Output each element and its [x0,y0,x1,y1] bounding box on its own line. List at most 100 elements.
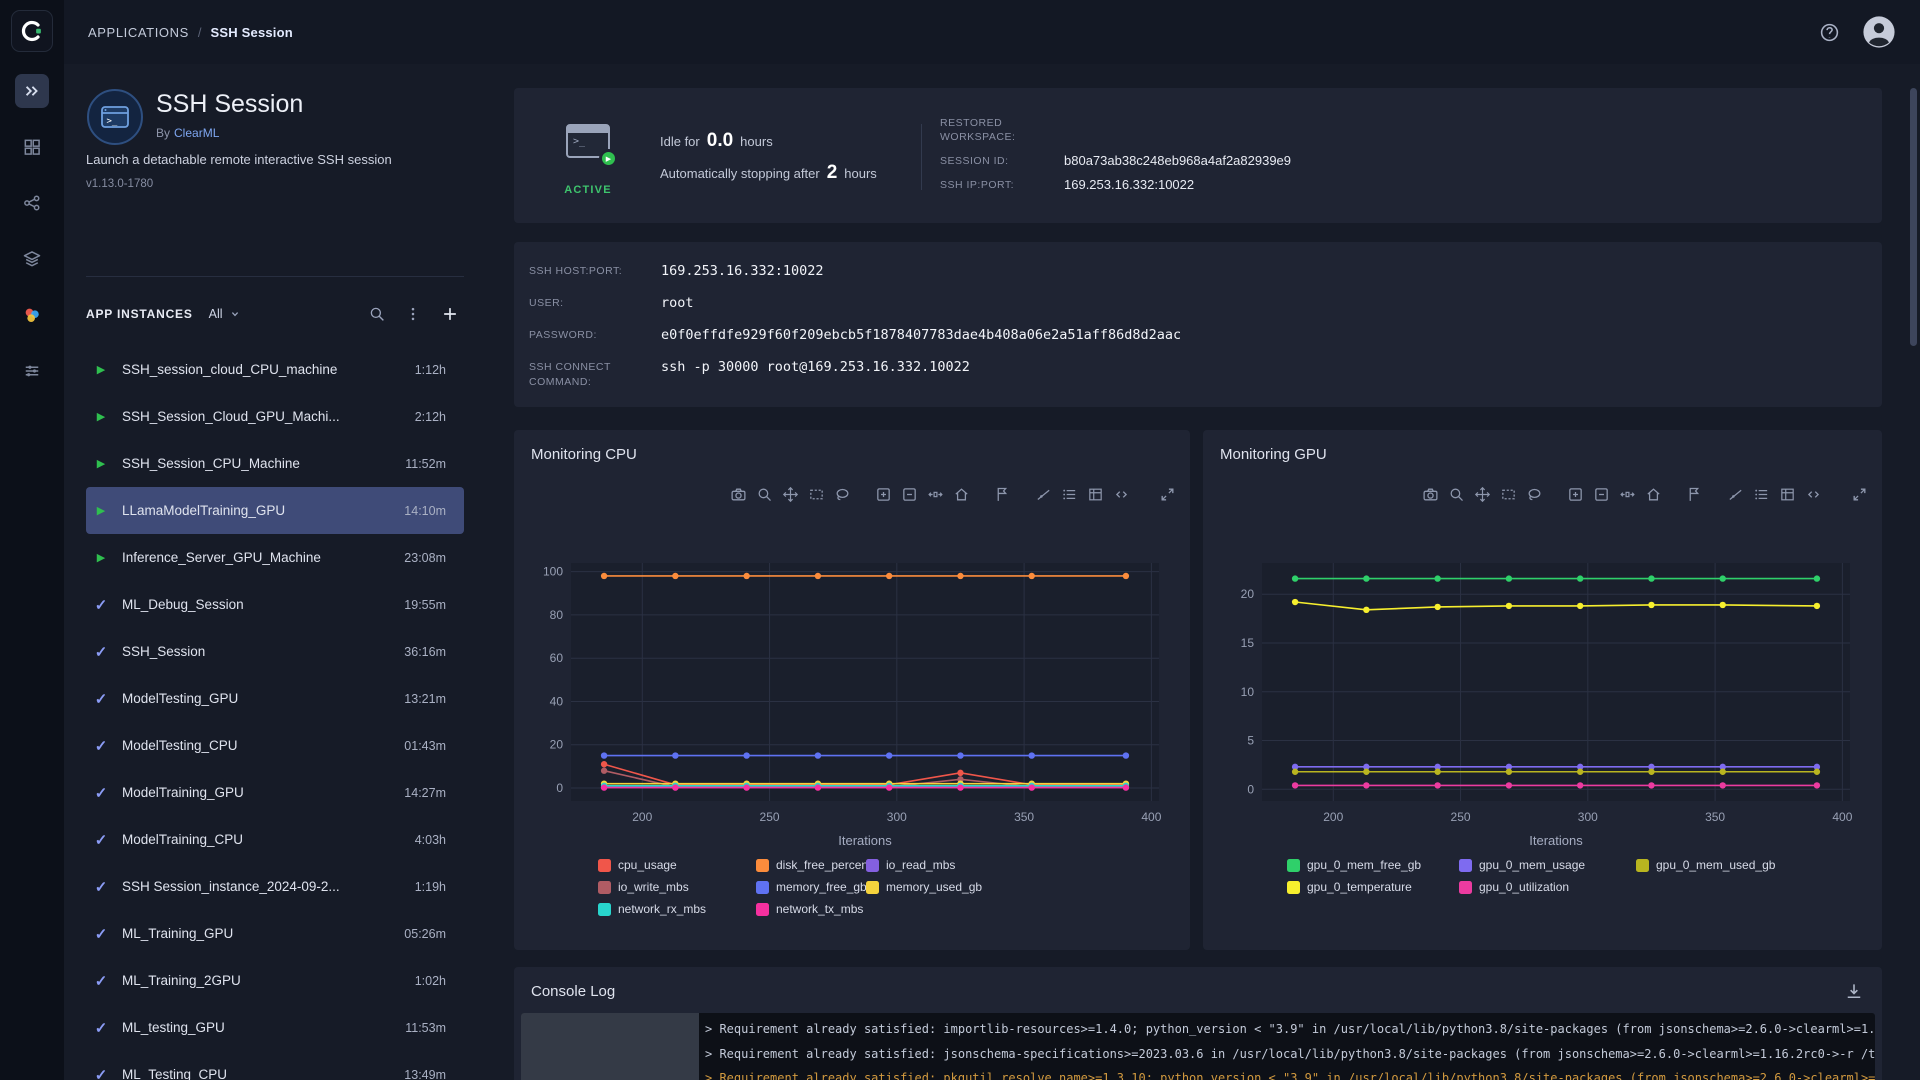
autoscale-icon[interactable] [1619,486,1636,503]
legend-item[interactable]: memory_free_gb [756,880,866,894]
camera-icon[interactable] [1422,486,1439,503]
applications-icon [22,81,42,101]
instance-runtime: 4:03h [405,833,446,847]
instance-row[interactable]: ✓ML_Debug_Session19:55m [86,581,464,628]
box-select-icon[interactable] [808,486,825,503]
maximize-icon[interactable] [1159,486,1176,503]
kebab-menu-icon[interactable] [404,305,422,323]
byline-brand-link[interactable]: ClearML [174,126,219,140]
legend-item[interactable]: gpu_0_mem_free_gb [1287,858,1459,872]
lasso-icon[interactable] [834,486,851,503]
instance-row[interactable]: ▶LLamaModelTraining_GPU14:10m [86,487,464,534]
legend-item[interactable]: gpu_0_utilization [1459,880,1636,894]
hover-mode-icon[interactable] [1035,486,1052,503]
zoom-in-icon[interactable] [1567,486,1584,503]
legend-item[interactable]: gpu_0_temperature [1287,880,1459,894]
sidebar-item-workers-queues[interactable] [15,354,49,388]
zoom-out-icon[interactable] [901,486,918,503]
svg-text:100: 100 [543,565,563,579]
check-icon: ✓ [93,737,109,755]
autostop-suffix: hours [844,166,877,181]
svg-text:20: 20 [550,738,564,752]
pan-icon[interactable] [1474,486,1491,503]
instance-row[interactable]: ✓SSH_Session36:16m [86,628,464,675]
legend-label: io_write_mbs [618,880,689,894]
spike-lines-icon[interactable] [1686,486,1703,503]
console-body[interactable]: > Requirement already satisfied: importl… [521,1013,1875,1080]
table-view-icon[interactable] [1087,486,1104,503]
legend-item[interactable]: gpu_0_mem_usage [1459,858,1636,872]
pipelines-icon [22,193,42,213]
legend-item[interactable]: network_tx_mbs [756,902,866,916]
instance-row[interactable]: ✓ModelTesting_GPU13:21m [86,675,464,722]
instance-runtime: 11:53m [395,1021,446,1035]
legend-item[interactable]: disk_free_percent [756,858,866,872]
instance-row[interactable]: ✓ML_Training_GPU05:26m [86,910,464,957]
gpu-plot[interactable]: 05101520200250300350400Iterations [1222,553,1862,853]
ssh-app-icon: >_ [86,88,144,146]
connection-fields: SSH HOST:PORT:169.253.16.332:10022USER:r… [529,264,1829,390]
byline-prefix: By [156,126,170,140]
zoom-icon[interactable] [1448,486,1465,503]
legend-item[interactable]: io_write_mbs [598,880,756,894]
embed-code-icon[interactable] [1113,486,1130,503]
maximize-icon[interactable] [1851,486,1868,503]
user-avatar[interactable] [1862,15,1896,49]
legend-swatch [598,881,611,894]
zoom-in-icon[interactable] [875,486,892,503]
legend-item[interactable]: memory_used_gb [866,880,1190,894]
instance-row[interactable]: ✓ModelTraining_CPU4:03h [86,816,464,863]
table-view-icon[interactable] [1779,486,1796,503]
scrollbar-thumb[interactable] [1910,88,1917,346]
cpu-plot[interactable]: 020406080100200250300350400Iterations [531,553,1171,853]
reset-axes-icon[interactable] [953,486,970,503]
search-icon[interactable] [368,305,386,323]
pan-icon[interactable] [782,486,799,503]
instance-row[interactable]: ✓ModelTesting_CPU01:43m [86,722,464,769]
camera-icon[interactable] [730,486,747,503]
zoom-icon[interactable] [756,486,773,503]
autostop-prefix: Automatically stopping after [660,166,820,181]
clearml-logo[interactable] [11,10,53,52]
breadcrumb-applications[interactable]: APPLICATIONS [88,25,189,40]
instance-row[interactable]: ▶SSH_Session_Cloud_GPU_Machi...2:12h [86,393,464,440]
svg-text:350: 350 [1705,810,1725,824]
sidebar-item-applications[interactable] [15,74,49,108]
sidebar-item-reports[interactable] [15,298,49,332]
box-select-icon[interactable] [1500,486,1517,503]
sidebar-item-projects[interactable] [15,130,49,164]
svg-text:300: 300 [887,810,907,824]
svg-text:40: 40 [550,694,564,708]
legend-item[interactable]: network_rx_mbs [598,902,756,916]
instance-row[interactable]: ✓ML_Training_2GPU1:02h [86,957,464,1004]
status-fields: RESTORED WORKSPACE:SESSION ID:b80a73ab38… [940,116,1500,192]
lasso-icon[interactable] [1526,486,1543,503]
instance-row[interactable]: ✓ML_testing_GPU11:53m [86,1004,464,1051]
sidebar-item-pipelines[interactable] [15,186,49,220]
reset-axes-icon[interactable] [1645,486,1662,503]
instance-row[interactable]: ✓ModelTraining_GPU14:27m [86,769,464,816]
instance-row[interactable]: ✓ML_Testing_CPU13:49m [86,1051,464,1080]
hover-mode-icon[interactable] [1727,486,1744,503]
autoscale-icon[interactable] [927,486,944,503]
legend-item[interactable]: io_read_mbs [866,858,1190,872]
legend-item[interactable]: cpu_usage [598,858,756,872]
instances-filter-dropdown[interactable]: All [209,307,242,321]
instance-row[interactable]: ▶Inference_Server_GPU_Machine23:08m [86,534,464,581]
instance-row[interactable]: ▶SSH_Session_CPU_Machine11:52m [86,440,464,487]
spike-lines-icon[interactable] [994,486,1011,503]
sidebar-item-datasets[interactable] [15,242,49,276]
terminal-status-icon: >_ ▶ [566,124,610,160]
instance-row[interactable]: ✓SSH Session_instance_2024-09-2...1:19h [86,863,464,910]
download-log-icon[interactable] [1844,981,1864,1001]
help-icon[interactable] [1819,22,1840,43]
instance-row[interactable]: ▶SSH_session_cloud_CPU_machine1:12h [86,346,464,393]
play-icon: ▶ [93,457,109,470]
embed-code-icon[interactable] [1805,486,1822,503]
instance-runtime: 23:08m [394,551,446,565]
add-instance-icon[interactable] [440,304,460,324]
list-view-icon[interactable] [1753,486,1770,503]
zoom-out-icon[interactable] [1593,486,1610,503]
list-view-icon[interactable] [1061,486,1078,503]
legend-item[interactable]: gpu_0_mem_used_gb [1636,858,1882,872]
